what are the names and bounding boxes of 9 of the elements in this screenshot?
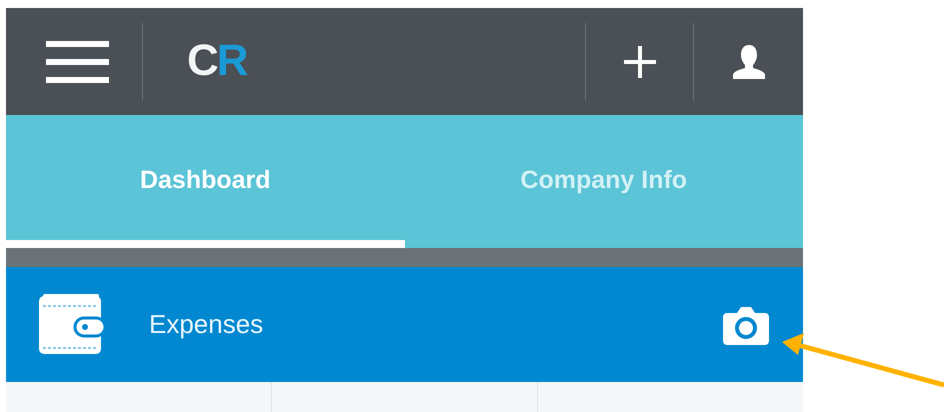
camera-button[interactable] [723,304,769,344]
section-title: Expenses [149,308,264,341]
camera-icon [723,304,769,344]
user-icon [732,44,766,78]
tab[interactable]: Company Info [404,115,803,248]
plus-icon [624,46,656,78]
wallet-icon [39,294,105,356]
menu-button[interactable] [46,40,109,82]
menu-icon [46,40,109,82]
